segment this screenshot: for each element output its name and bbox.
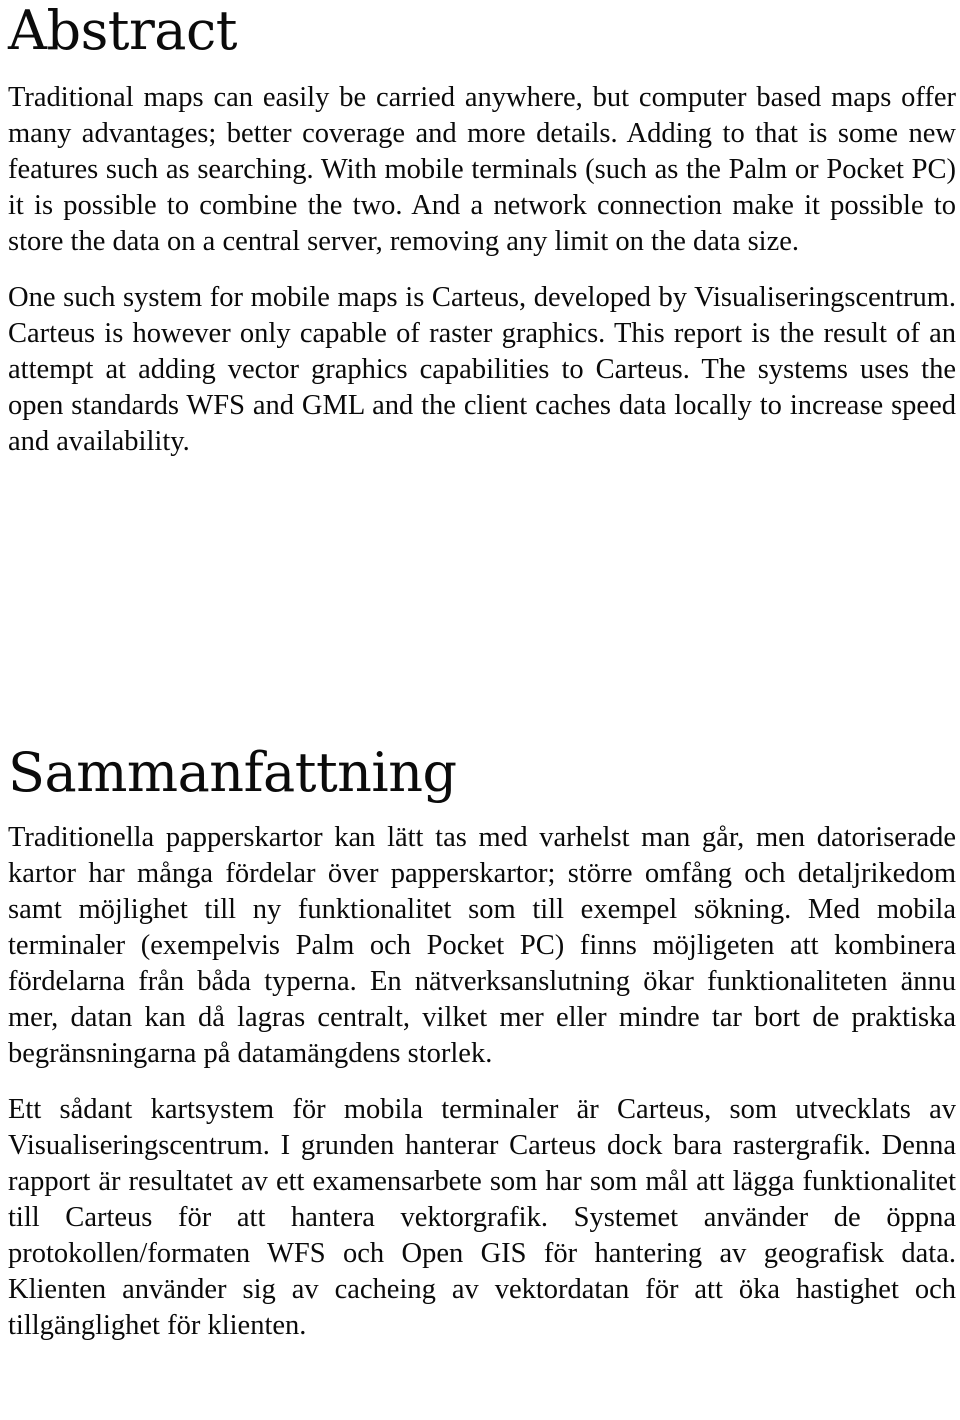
sammanfattning-heading: Sammanfattning [8,741,457,804]
abstract-paragraph-1: Traditional maps can easily be carried a… [8,82,956,257]
sammanfattning-section: Sammanfattning Traditionella papperskart… [8,708,956,1344]
sammanfattning-heading-wrap: Sammanfattning [8,708,956,800]
abstract-paragraph-2: One such system for mobile maps is Carte… [8,282,956,457]
abstract-section: Abstract Traditional maps can easily be … [8,0,956,460]
document-page: Abstract Traditional maps can easily be … [0,0,960,1420]
sammanfattning-paragraph-1: Traditionella papperskartor kan lätt tas… [8,822,956,1069]
sammanfattning-paragraph-2: Ett sådant kartsystem för mobila termina… [8,1094,956,1341]
sammanfattning-body: Traditionella papperskartor kan lätt tas… [8,820,956,1344]
abstract-body: Traditional maps can easily be carried a… [8,80,956,460]
abstract-heading: Abstract [8,0,237,62]
